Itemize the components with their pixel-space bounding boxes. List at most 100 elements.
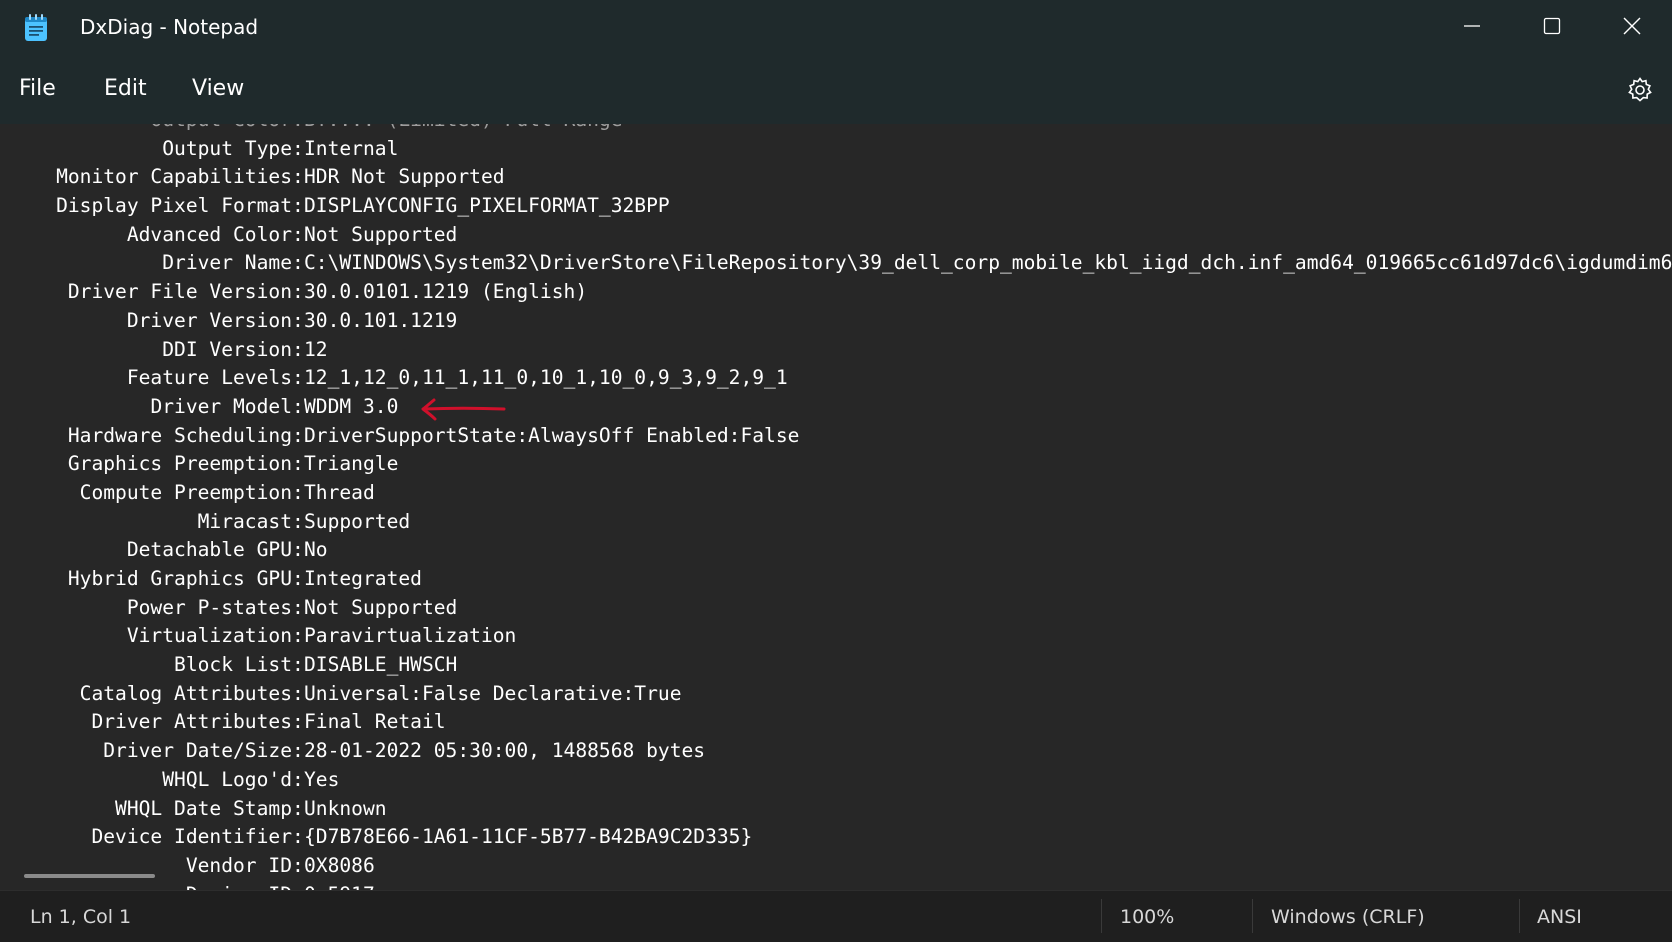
line-separator: : <box>292 881 304 890</box>
line-separator: : <box>292 796 304 820</box>
text-editor[interactable]: Output Color:BT.... (Limited) Full Range… <box>0 124 1672 890</box>
line-value: 12 <box>304 337 328 361</box>
text-line: Device Identifier:{D7B78E66-1A61-11CF-5B… <box>0 823 1672 852</box>
line-separator: : <box>292 423 304 447</box>
line-value: C:\WINDOWS\System32\DriverStore\FileRepo… <box>304 251 1672 275</box>
notepad-icon <box>25 14 47 41</box>
line-label: Driver Attributes <box>91 710 292 734</box>
close-button[interactable] <box>1592 0 1672 52</box>
line-value: 0x5917 <box>304 883 375 890</box>
text-line: Compute Preemption:Thread <box>0 479 1672 508</box>
line-value: Not Supported <box>304 595 458 619</box>
line-label: Output Type <box>162 136 292 160</box>
line-ending[interactable]: Windows (CRLF) <box>1271 906 1425 928</box>
line-label: Feature Levels <box>126 366 292 390</box>
line-label: Display Pixel Format <box>56 194 292 218</box>
text-line: WHQL Date Stamp:Unknown <box>0 795 1672 824</box>
line-value: Internal <box>304 136 399 160</box>
line-label: Block List <box>174 653 292 677</box>
line-label: Driver Version <box>126 308 292 332</box>
line-label: Advanced Color <box>126 222 292 246</box>
line-label: Graphics Preemption <box>67 452 292 476</box>
line-label: Driver Name <box>162 251 292 275</box>
status-bar: Ln 1, Col 1 100% Windows (CRLF) ANSI <box>0 890 1672 942</box>
line-value: 28-01-2022 05:30:00, 1488568 bytes <box>304 739 706 763</box>
text-line: Virtualization:Paravirtualization <box>0 622 1672 651</box>
line-value: Triangle <box>304 452 399 476</box>
line-separator: : <box>292 251 304 275</box>
line-value: Integrated <box>304 567 422 590</box>
line-separator: : <box>292 124 304 135</box>
line-value: No <box>304 538 328 562</box>
zoom-level[interactable]: 100% <box>1120 906 1174 928</box>
line-value: Thread <box>304 480 375 504</box>
line-label: WHQL Logo'd <box>162 767 292 791</box>
line-value: BT.... (Limited) Full Range <box>304 124 623 131</box>
text-line: Driver Name:C:\WINDOWS\System32\DriverSt… <box>0 249 1672 278</box>
line-separator: : <box>292 136 304 160</box>
encoding[interactable]: ANSI <box>1537 906 1582 928</box>
line-separator: : <box>292 165 304 189</box>
line-separator: : <box>292 394 304 418</box>
line-value: Yes <box>304 767 340 791</box>
text-line: Hybrid Graphics GPU:Integrated <box>0 565 1672 594</box>
line-value: DISPLAYCONFIG_PIXELFORMAT_32BPP <box>304 194 670 218</box>
line-separator: : <box>292 538 304 562</box>
text-line: Feature Levels:12_1,12_0,11_1,11_0,10_1,… <box>0 364 1672 393</box>
line-label: Hardware Scheduling <box>67 423 292 447</box>
text-line: Advanced Color:Not Supported <box>0 221 1672 250</box>
minimize-button[interactable] <box>1432 0 1512 52</box>
gear-icon[interactable] <box>1626 76 1654 104</box>
maximize-button[interactable] <box>1512 0 1592 52</box>
menu-file[interactable]: File <box>19 76 56 101</box>
text-line: Driver Attributes:Final Retail <box>0 708 1672 737</box>
line-separator: : <box>292 739 304 763</box>
line-value: {D7B78E66-1A61-11CF-5B77-B42BA9C2D335} <box>304 825 753 849</box>
menu-view[interactable]: View <box>192 76 244 101</box>
line-separator: : <box>292 853 304 877</box>
line-separator: : <box>292 308 304 332</box>
line-label: Hybrid Graphics GPU <box>67 567 292 590</box>
line-separator: : <box>292 366 304 390</box>
text-line: Detachable GPU:No <box>0 536 1672 565</box>
line-label: Device Identifier <box>91 825 292 849</box>
line-value: DriverSupportState:AlwaysOff Enabled:Fal… <box>304 423 800 447</box>
text-line: Device ID:0x5917 <box>0 881 1672 890</box>
line-value: WDDM 3.0 <box>304 394 399 418</box>
text-line: Driver File Version:30.0.0101.1219 (Engl… <box>0 278 1672 307</box>
text-line: DDI Version:12 <box>0 336 1672 365</box>
line-label: DDI Version <box>162 337 292 361</box>
line-label: Compute Preemption <box>79 480 292 504</box>
line-separator: : <box>292 452 304 476</box>
text-line: Driver Date/Size:28-01-2022 05:30:00, 14… <box>0 737 1672 766</box>
text-line: Output Type:Internal <box>0 135 1672 164</box>
line-label: Detachable GPU <box>126 538 292 562</box>
line-label: WHQL Date Stamp <box>115 796 292 820</box>
line-value: DISABLE_HWSCH <box>304 653 458 677</box>
line-label: Miracast <box>197 509 292 533</box>
maximize-icon <box>1543 17 1561 35</box>
line-value: Paravirtualization <box>304 624 517 648</box>
line-label: Driver Date/Size <box>103 739 292 763</box>
line-label: Virtualization <box>126 624 292 648</box>
line-separator: : <box>292 194 304 218</box>
text-line: Monitor Capabilities:HDR Not Supported <box>0 163 1672 192</box>
menu-bar: File Edit View <box>0 58 1672 124</box>
line-separator: : <box>292 710 304 734</box>
status-divider <box>1252 899 1253 933</box>
status-divider <box>1101 899 1102 933</box>
horizontal-scrollbar[interactable] <box>24 874 155 878</box>
line-label: Driver File Version <box>67 280 292 304</box>
text-line: WHQL Logo'd:Yes <box>0 766 1672 795</box>
text-line: Block List:DISABLE_HWSCH <box>0 651 1672 680</box>
title-bar[interactable]: DxDiag - Notepad <box>0 0 1672 58</box>
close-icon <box>1623 17 1641 35</box>
line-value: Universal:False Declarative:True <box>304 681 682 705</box>
menu-edit[interactable]: Edit <box>104 76 147 101</box>
line-separator: : <box>292 624 304 648</box>
text-line: Catalog Attributes:Universal:False Decla… <box>0 680 1672 709</box>
editor-text: Output Color:BT.... (Limited) Full Range… <box>0 124 1672 890</box>
minimize-icon <box>1464 25 1480 27</box>
arrow-annotation-icon <box>421 398 506 421</box>
line-label: Monitor Capabilities <box>56 165 292 189</box>
